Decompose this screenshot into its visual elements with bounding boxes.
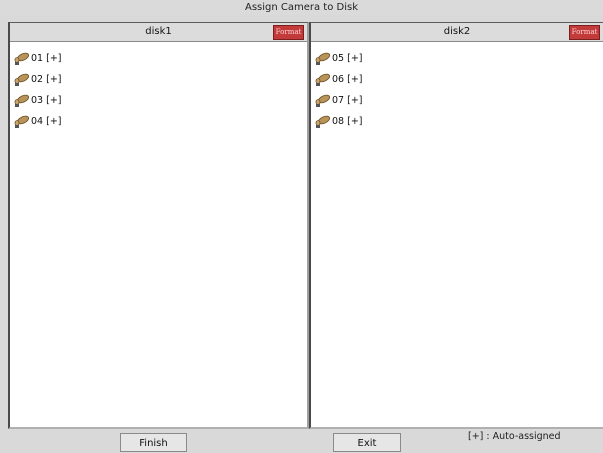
camera-item-06[interactable]: 06 [+] — [311, 69, 603, 90]
camera-item-01[interactable]: 01 [+] — [10, 48, 307, 69]
disk2-panel: disk2 Format 05 [+] 06 [+] 07 [+] 08 [+] — [309, 22, 603, 429]
disk2-label: disk2 — [443, 26, 471, 37]
disk1-format-button[interactable]: Format — [273, 25, 304, 40]
finish-button[interactable]: Finish — [120, 433, 187, 452]
camera-label: 01 [+] — [31, 53, 62, 64]
camera-icon — [315, 94, 331, 107]
camera-label: 08 [+] — [332, 116, 363, 127]
window-title: Assign Camera to Disk — [0, 0, 603, 15]
camera-item-03[interactable]: 03 [+] — [10, 90, 307, 111]
camera-item-05[interactable]: 05 [+] — [311, 48, 603, 69]
camera-icon — [14, 52, 30, 65]
camera-label: 03 [+] — [31, 95, 62, 106]
camera-item-08[interactable]: 08 [+] — [311, 111, 603, 132]
camera-label: 06 [+] — [332, 74, 363, 85]
camera-item-04[interactable]: 04 [+] — [10, 111, 307, 132]
camera-label: 05 [+] — [332, 53, 363, 64]
disk2-format-button[interactable]: Format — [569, 25, 600, 40]
disk1-header: disk1 Format — [10, 23, 307, 42]
camera-label: 04 [+] — [31, 116, 62, 127]
camera-icon — [14, 94, 30, 107]
disk1-panel: disk1 Format 01 [+] 02 [+] 03 [+] 04 [+] — [8, 22, 309, 429]
camera-item-07[interactable]: 07 [+] — [311, 90, 603, 111]
camera-icon — [315, 115, 331, 128]
disk1-label: disk1 — [145, 26, 172, 37]
camera-item-02[interactable]: 02 [+] — [10, 69, 307, 90]
auto-assigned-legend: [+] : Auto-assigned — [468, 431, 561, 442]
disk2-camera-list: 05 [+] 06 [+] 07 [+] 08 [+] — [311, 42, 603, 132]
camera-label: 07 [+] — [332, 95, 363, 106]
camera-label: 02 [+] — [31, 74, 62, 85]
camera-icon — [14, 115, 30, 128]
disk2-header: disk2 Format — [311, 23, 603, 42]
disk1-camera-list: 01 [+] 02 [+] 03 [+] 04 [+] — [10, 42, 307, 132]
camera-icon — [14, 73, 30, 86]
camera-icon — [315, 52, 331, 65]
exit-button[interactable]: Exit — [333, 433, 401, 452]
camera-icon — [315, 73, 331, 86]
